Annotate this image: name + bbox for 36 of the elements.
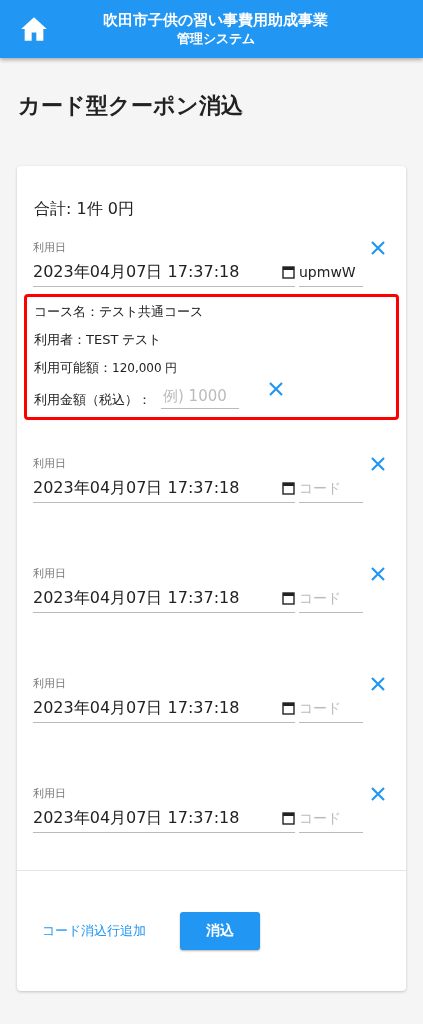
- amount-label: 利用金額（税込）：: [34, 391, 151, 409]
- app-title: 吹田市子供の習い事費用助成事業: [103, 10, 328, 30]
- date-field[interactable]: 2023年04月07日 17:37:18: [33, 474, 295, 503]
- user-name: 利用者：TEST テスト: [34, 331, 162, 349]
- date-label: 利用日: [33, 676, 66, 691]
- calendar-icon[interactable]: [282, 811, 295, 825]
- code-field[interactable]: コード: [299, 694, 363, 723]
- date-field[interactable]: 2023年04月07日 17:37:18: [33, 694, 295, 723]
- available-amount: 利用可能額：120,000 円: [34, 359, 178, 377]
- code-field[interactable]: コード: [299, 584, 363, 613]
- calendar-icon[interactable]: [282, 265, 295, 279]
- date-field[interactable]: 2023年04月07日 17:37:18: [33, 804, 295, 833]
- amount-field[interactable]: 例) 1000: [161, 387, 239, 409]
- course-name: コース名：テスト共通コース: [34, 303, 203, 321]
- close-icon[interactable]: [370, 240, 386, 256]
- date-field[interactable]: 2023年04月07日 17:37:18: [33, 584, 295, 613]
- calendar-icon[interactable]: [282, 701, 295, 715]
- date-label: 利用日: [33, 456, 66, 471]
- calendar-icon[interactable]: [282, 591, 295, 605]
- close-icon[interactable]: [370, 566, 386, 582]
- date-label: 利用日: [33, 566, 66, 581]
- close-icon[interactable]: [268, 381, 284, 397]
- date-label: 利用日: [33, 240, 66, 255]
- total-summary: 合計: 1件 0円: [34, 198, 135, 220]
- code-field[interactable]: コード: [299, 804, 363, 833]
- app-subtitle: 管理システム: [176, 30, 255, 48]
- home-icon[interactable]: [20, 16, 48, 42]
- calendar-icon[interactable]: [282, 481, 295, 495]
- code-field[interactable]: upmwW: [299, 258, 363, 287]
- page-title: カード型クーポン消込: [18, 92, 244, 120]
- close-icon[interactable]: [370, 786, 386, 802]
- code-field[interactable]: コード: [299, 474, 363, 503]
- close-icon[interactable]: [370, 456, 386, 472]
- date-field[interactable]: 2023年04月07日 17:37:18: [33, 258, 295, 287]
- close-icon[interactable]: [370, 676, 386, 692]
- date-label: 利用日: [33, 786, 66, 801]
